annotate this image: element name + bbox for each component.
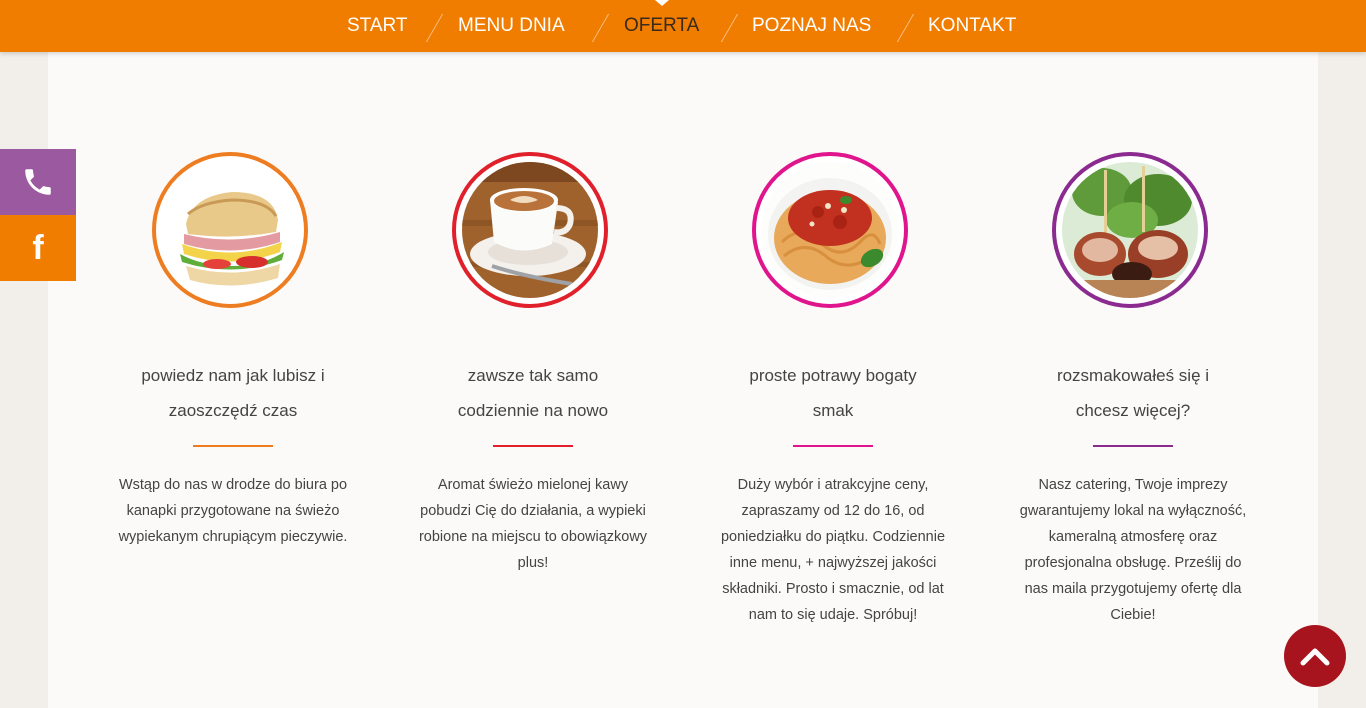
facebook-icon: f	[32, 228, 44, 267]
accent-rule	[793, 445, 873, 447]
feature-description: Wstąp do nas w drodze do biura po kanapk…	[118, 477, 348, 545]
nav-kontakt[interactable]: KONTAKT	[928, 0, 1016, 52]
feature-title: proste potrawy bogaty smak	[749, 366, 917, 420]
nav-start[interactable]: START	[347, 0, 408, 52]
phone-button[interactable]	[0, 149, 76, 215]
phone-icon	[25, 169, 51, 195]
main-navigation: START MENU DNIA OFERTA POZNAJ NAS KONTAK…	[0, 0, 1366, 52]
facebook-button[interactable]: f	[0, 215, 76, 281]
chevron-up-icon	[1300, 648, 1330, 666]
nav-oferta[interactable]: OFERTA	[624, 0, 699, 52]
feature-description: Duży wybór i atrakcyjne ceny, zapraszamy…	[720, 477, 946, 623]
nav-divider	[720, 14, 739, 42]
nav-poznaj-nas[interactable]: POZNAJ NAS	[752, 0, 871, 52]
accent-rule	[193, 445, 273, 447]
nav-divider	[591, 14, 610, 42]
sandwich-image	[152, 152, 308, 308]
nav-divider	[896, 14, 915, 42]
coffee-image	[452, 152, 608, 308]
bacon-rolls-image	[1052, 152, 1208, 308]
nav-divider	[425, 14, 444, 42]
feature-description: Aromat świeżo mielonej kawy pobudzi Cię …	[418, 477, 648, 571]
accent-rule	[493, 445, 573, 447]
back-to-top-button[interactable]	[1284, 625, 1346, 687]
feature-description: Nasz catering, Twoje imprezy gwarantujem…	[1019, 477, 1247, 623]
spaghetti-image	[752, 152, 908, 308]
feature-title: powiedz nam jak lubisz i zaoszczędź czas	[141, 366, 325, 420]
feature-title: rozsmakowałeś się i chcesz więcej?	[1056, 366, 1210, 420]
nav-menu-dnia[interactable]: MENU DNIA	[458, 0, 565, 52]
feature-title: zawsze tak samo codziennie na nowo	[457, 366, 609, 420]
accent-rule	[1093, 445, 1173, 447]
